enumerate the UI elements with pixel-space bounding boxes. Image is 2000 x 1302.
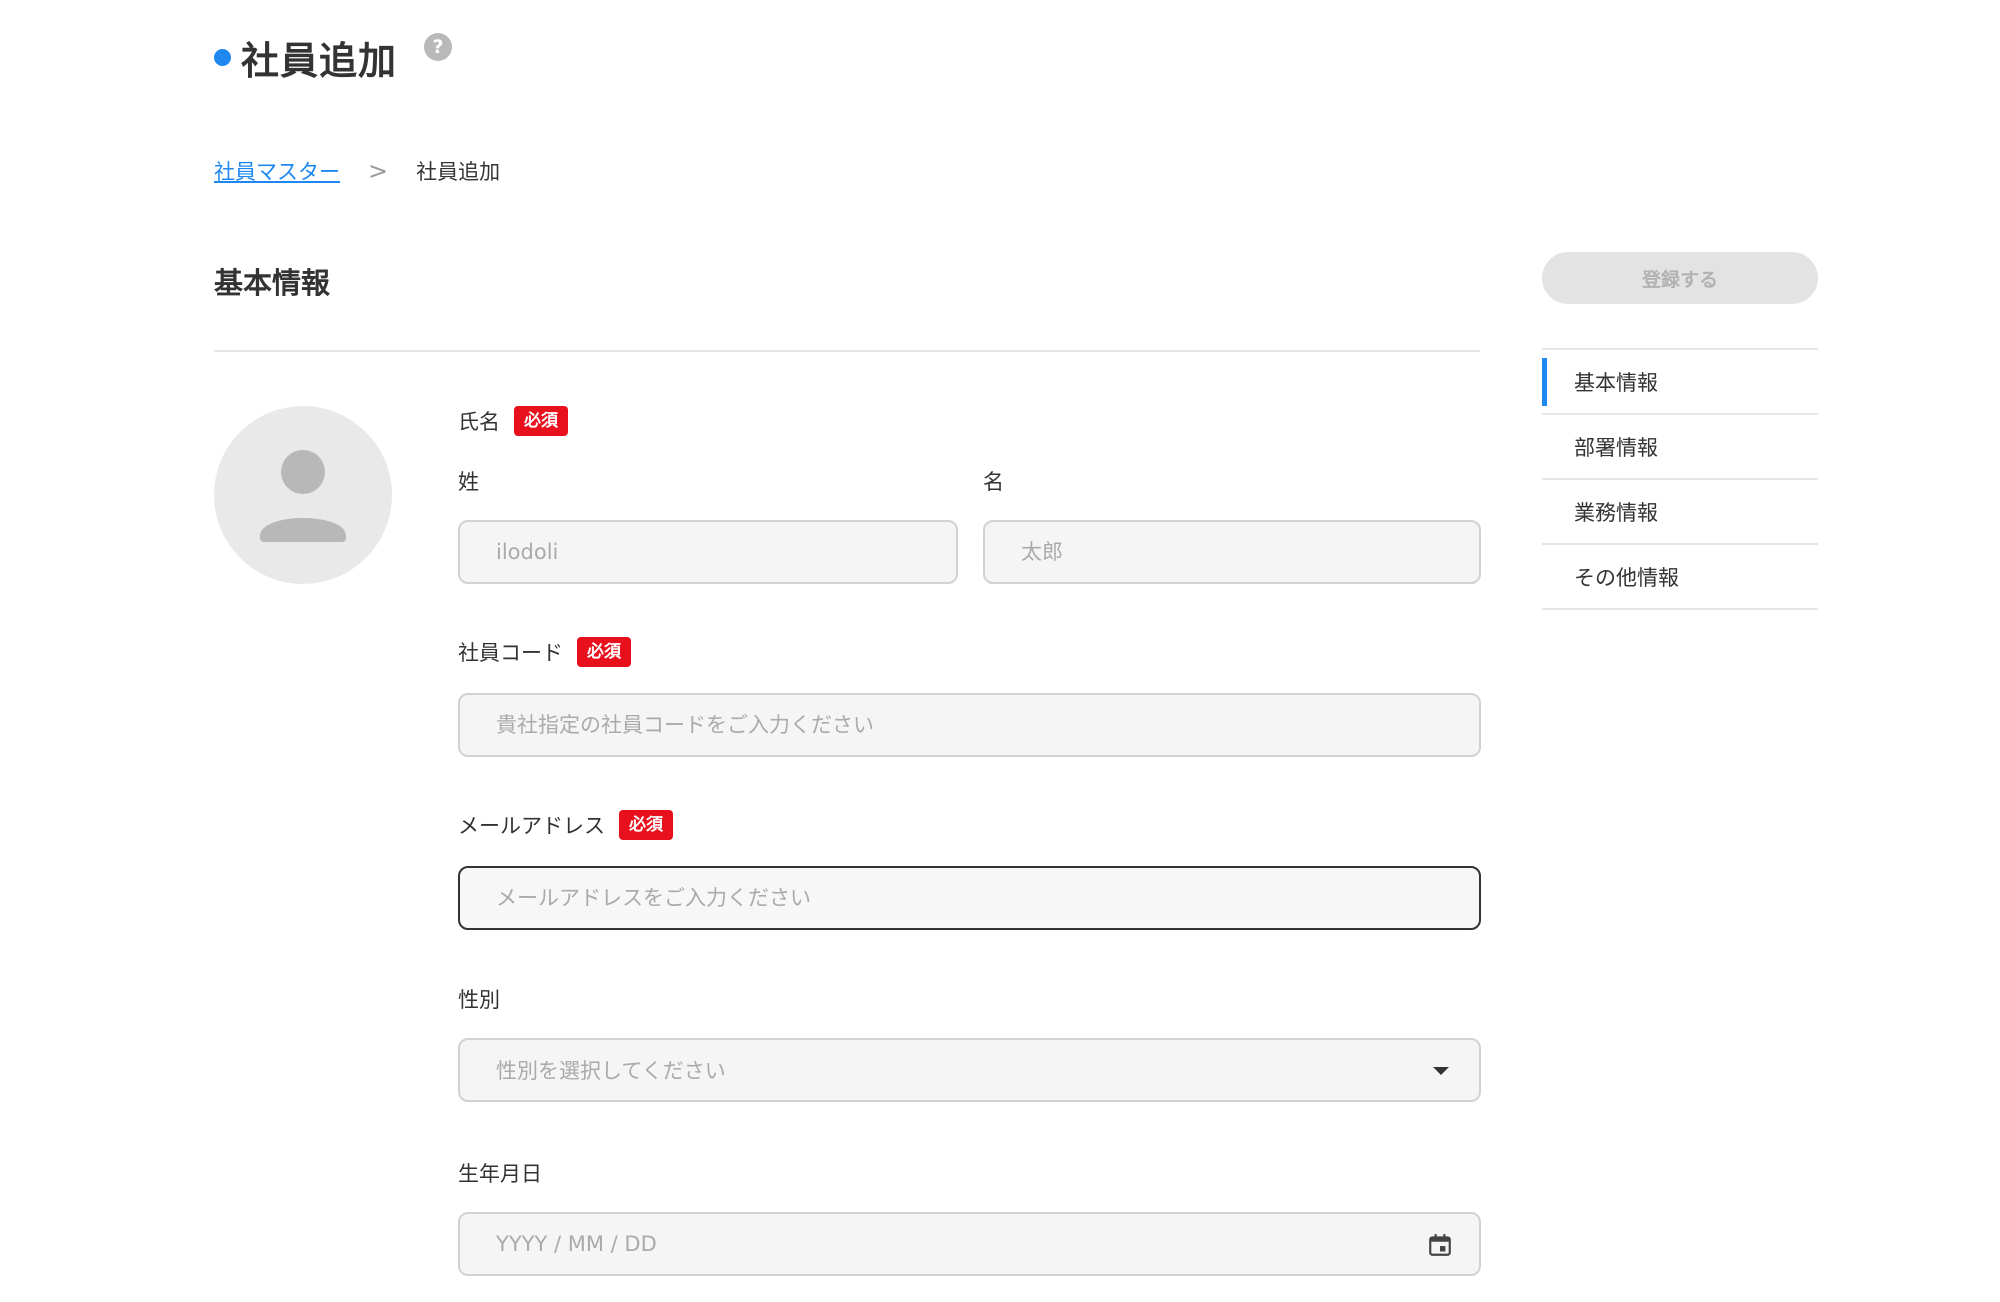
avatar[interactable]: [214, 406, 392, 584]
page-title: 社員追加: [241, 39, 398, 83]
last-name-field[interactable]: [458, 520, 958, 584]
page-title-row: 社員追加: [214, 30, 397, 85]
question-circle-icon[interactable]: ?: [424, 33, 452, 61]
first-name-field[interactable]: [983, 520, 1481, 584]
employee-code-label-row: 社員コード 必須: [458, 637, 631, 667]
breadcrumb-link-employee-master[interactable]: 社員マスター: [214, 156, 340, 186]
gender-select[interactable]: 性別を選択してください: [458, 1038, 1481, 1102]
calendar-icon[interactable]: [1427, 1232, 1453, 1258]
section-divider: [214, 350, 1480, 352]
side-nav-item-label: 業務情報: [1574, 500, 1658, 525]
gender-label: 性別: [458, 988, 500, 1012]
first-name-input[interactable]: [1021, 540, 1443, 564]
side-nav-item-label: その他情報: [1574, 565, 1679, 590]
side-nav-item-label: 部署情報: [1574, 435, 1658, 460]
gender-select-placeholder: 性別を選択してください: [496, 1059, 726, 1083]
chevron-down-icon: [1433, 1067, 1449, 1075]
first-name-label: 名: [983, 470, 1004, 494]
email-input[interactable]: [496, 886, 1443, 910]
side-nav-item-basic-info[interactable]: 基本情報: [1542, 350, 1818, 415]
employee-add-page: 社員追加 ? 社員マスター > 社員追加 基本情報 氏名 必須 姓 名 社員コー…: [0, 0, 2000, 1302]
birthdate-label-row: 生年月日: [458, 1158, 542, 1188]
person-icon: [260, 450, 346, 542]
required-badge: 必須: [577, 637, 631, 667]
email-label-row: メールアドレス 必須: [458, 810, 673, 840]
employee-code-input[interactable]: [496, 713, 1443, 737]
section-title: 基本情報: [214, 266, 331, 300]
last-name-input[interactable]: [496, 540, 920, 564]
email-field[interactable]: [458, 866, 1481, 930]
employee-code-label: 社員コード: [458, 641, 563, 665]
side-nav-item-other-info[interactable]: その他情報: [1542, 545, 1818, 610]
register-button[interactable]: 登録する: [1542, 252, 1818, 304]
breadcrumb-separator: >: [368, 157, 389, 185]
last-name-label: 姓: [458, 470, 479, 494]
side-nav: 基本情報 部署情報 業務情報 その他情報: [1542, 348, 1818, 610]
breadcrumb: 社員マスター > 社員追加: [214, 156, 500, 186]
title-dot-icon: [214, 49, 231, 66]
name-label: 氏名: [458, 410, 500, 434]
name-label-row: 氏名 必須: [458, 406, 568, 436]
gender-label-row: 性別: [458, 984, 500, 1014]
side-nav-item-label: 基本情報: [1574, 370, 1658, 395]
email-label: メールアドレス: [458, 814, 605, 838]
side-nav-item-work-info[interactable]: 業務情報: [1542, 480, 1818, 545]
breadcrumb-current: 社員追加: [416, 160, 501, 184]
side-nav-item-department-info[interactable]: 部署情報: [1542, 415, 1818, 480]
required-badge: 必須: [619, 810, 673, 840]
birthdate-label: 生年月日: [458, 1162, 542, 1186]
employee-code-field[interactable]: [458, 693, 1481, 757]
birthdate-field[interactable]: [458, 1212, 1481, 1276]
required-badge: 必須: [514, 406, 568, 436]
birthdate-input[interactable]: [496, 1232, 1443, 1256]
